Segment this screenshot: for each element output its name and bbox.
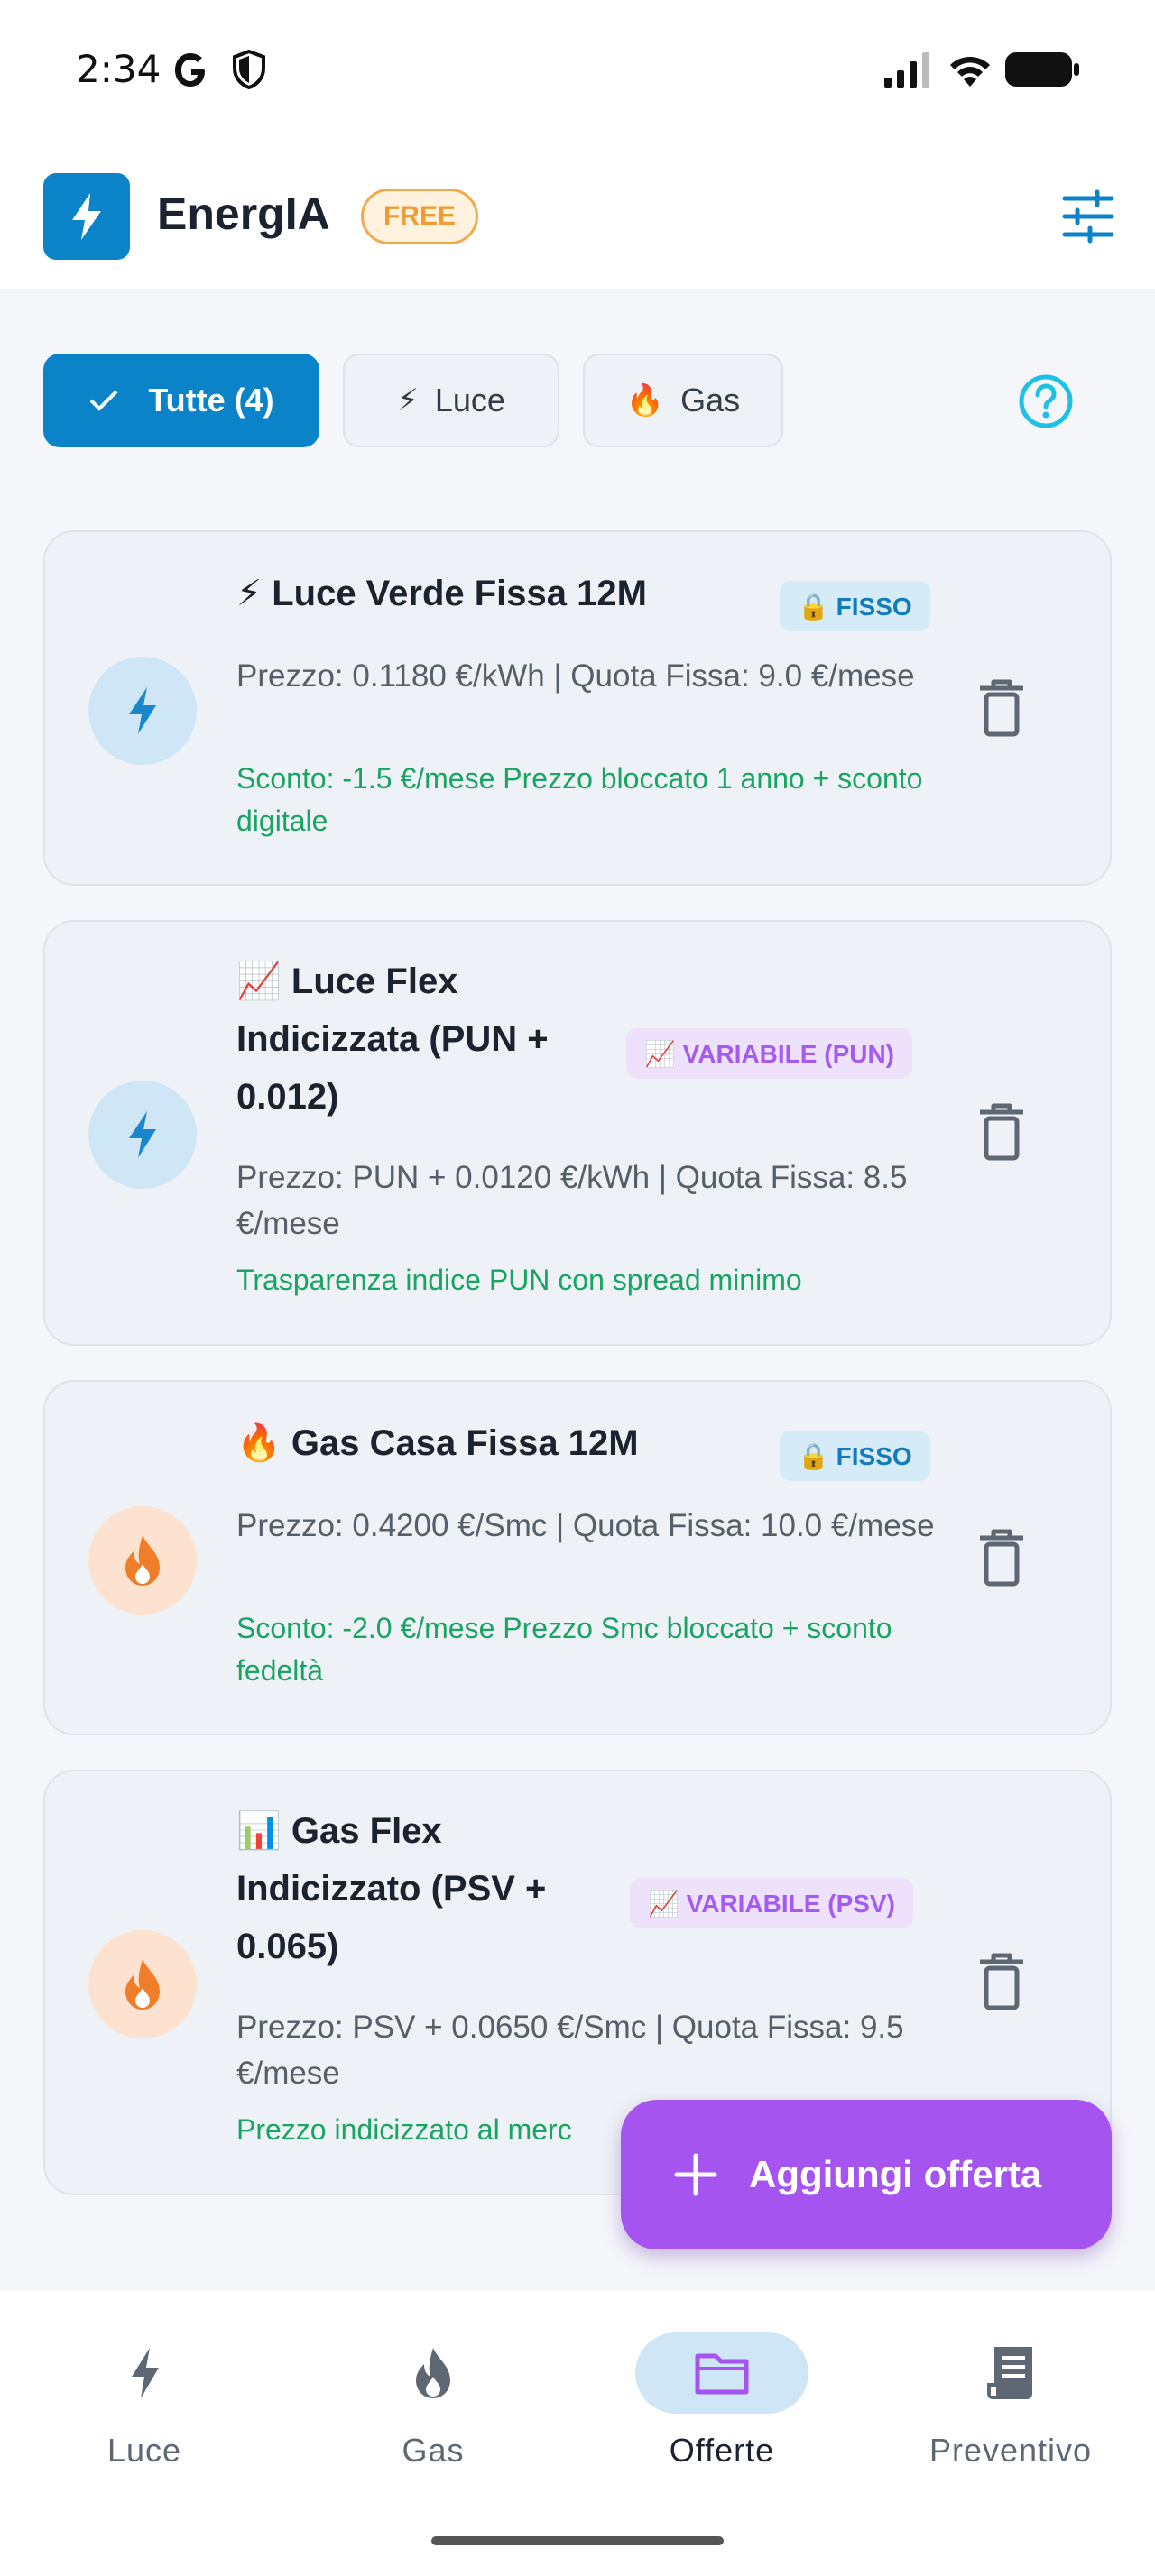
offer-card[interactable]: ⚡ Luce Verde Fissa 12M 🔒 FISSO Prezzo: 0… xyxy=(43,530,1112,886)
nav-icon-container xyxy=(372,2332,494,2414)
add-offer-button[interactable]: Aggiungi offerta xyxy=(621,2100,1112,2249)
nav-item-preventivo[interactable]: Preventivo xyxy=(866,2291,1155,2507)
filter-chip-label: Gas xyxy=(680,382,741,419)
bolt-emoji-icon: ⚡ xyxy=(397,383,419,418)
plan-badge: FREE xyxy=(361,189,478,244)
receipt-icon xyxy=(987,2347,1032,2399)
offer-title: 📈 Luce Flex Indicizzata (PUN + 0.012) xyxy=(236,961,549,1117)
status-time: 2:34 xyxy=(76,47,162,91)
nav-label: Offerte xyxy=(669,2432,775,2469)
shield-icon xyxy=(233,49,265,90)
nav-item-offerte[interactable]: Offerte xyxy=(578,2291,866,2507)
offer-type-badge: 📈 VARIABILE (PSV) xyxy=(630,1878,913,1928)
filter-chip-label: Luce xyxy=(434,382,505,419)
filter-chip-all[interactable]: Tutte (4) xyxy=(43,354,319,447)
bolt-icon xyxy=(132,2348,159,2398)
offer-price: Prezzo: 0.4200 €/Smc | Quota Fissa: 10.0… xyxy=(236,1508,935,1543)
battery-icon xyxy=(1005,52,1079,87)
delete-icon[interactable] xyxy=(975,1950,1029,2013)
plus-icon xyxy=(674,2153,717,2196)
flame-icon xyxy=(416,2348,450,2398)
home-indicator[interactable] xyxy=(431,2536,724,2545)
app-logo xyxy=(43,173,130,260)
gas-avatar xyxy=(88,1506,197,1615)
offer-price: Prezzo: PSV + 0.0650 €/Smc | Quota Fissa… xyxy=(236,2010,904,2091)
app-title: EnergIA xyxy=(157,189,330,239)
delete-icon[interactable] xyxy=(975,1100,1029,1164)
nav-item-gas[interactable]: Gas xyxy=(289,2291,578,2507)
filter-chip-label: Tutte (4) xyxy=(148,382,274,419)
offer-card[interactable]: 📈 Luce Flex Indicizzata (PUN + 0.012) 📈 … xyxy=(43,920,1112,1346)
help-icon[interactable] xyxy=(1018,373,1074,429)
filter-chip-luce[interactable]: ⚡ Luce xyxy=(343,354,559,447)
delete-icon[interactable] xyxy=(975,1526,1029,1589)
add-offer-label: Aggiungi offerta xyxy=(749,2153,1042,2195)
offer-price: Prezzo: PUN + 0.0120 €/kWh | Quota Fissa… xyxy=(236,1160,908,1241)
offer-card[interactable]: 🔥 Gas Casa Fissa 12M 🔒 FISSO Prezzo: 0.4… xyxy=(43,1380,1112,1735)
status-bar: 2:34 xyxy=(0,0,1155,144)
folder-icon xyxy=(695,2353,749,2395)
offer-type-badge: 📈 VARIABILE (PUN) xyxy=(626,1028,913,1079)
offer-type-badge: 🔒 FISSO xyxy=(780,581,930,631)
nav-icon-container xyxy=(83,2332,206,2414)
bolt-icon xyxy=(129,1111,156,1158)
offer-note: Trasparenza indice PUN con spread minimo xyxy=(236,1264,802,1296)
filter-settings-icon[interactable] xyxy=(1061,189,1115,244)
check-icon xyxy=(89,390,118,411)
wifi-icon xyxy=(950,57,990,87)
offer-note: Sconto: -1.5 €/mese Prezzo bloccato 1 an… xyxy=(236,762,923,837)
flame-icon xyxy=(125,1959,160,2010)
fire-emoji-icon: 🔥 xyxy=(625,383,665,418)
gas-avatar xyxy=(88,1930,197,2038)
nav-label: Gas xyxy=(402,2432,465,2469)
nav-icon-container xyxy=(949,2332,1072,2414)
signal-icon xyxy=(884,52,929,88)
luce-avatar xyxy=(88,657,197,765)
offer-price: Prezzo: 0.1180 €/kWh | Quota Fissa: 9.0 … xyxy=(236,658,915,694)
bottom-navigation: Luce Gas Offerte Preventivo xyxy=(0,2291,1155,2576)
flame-icon xyxy=(125,1535,160,1586)
offer-title: ⚡ Luce Verde Fissa 12M xyxy=(236,574,647,613)
nav-label: Luce xyxy=(106,2432,182,2469)
google-icon xyxy=(175,53,205,87)
delete-icon[interactable] xyxy=(975,676,1029,740)
nav-icon-container xyxy=(635,2332,808,2414)
app-bar: EnergIA FREE xyxy=(0,144,1155,289)
bolt-icon xyxy=(129,687,156,734)
nav-item-luce[interactable]: Luce xyxy=(0,2291,289,2507)
offer-type-badge: 🔒 FISSO xyxy=(780,1431,930,1481)
bolt-icon xyxy=(72,193,101,240)
offer-title: 📊 Gas Flex Indicizzato (PSV + 0.065) xyxy=(236,1811,547,1966)
offer-note: Sconto: -2.0 €/mese Prezzo Smc bloccato … xyxy=(236,1612,892,1687)
offer-title: 🔥 Gas Casa Fissa 12M xyxy=(236,1423,639,1463)
nav-label: Preventivo xyxy=(929,2432,1093,2469)
filter-chip-gas[interactable]: 🔥 Gas xyxy=(583,354,783,447)
luce-avatar xyxy=(88,1081,197,1189)
